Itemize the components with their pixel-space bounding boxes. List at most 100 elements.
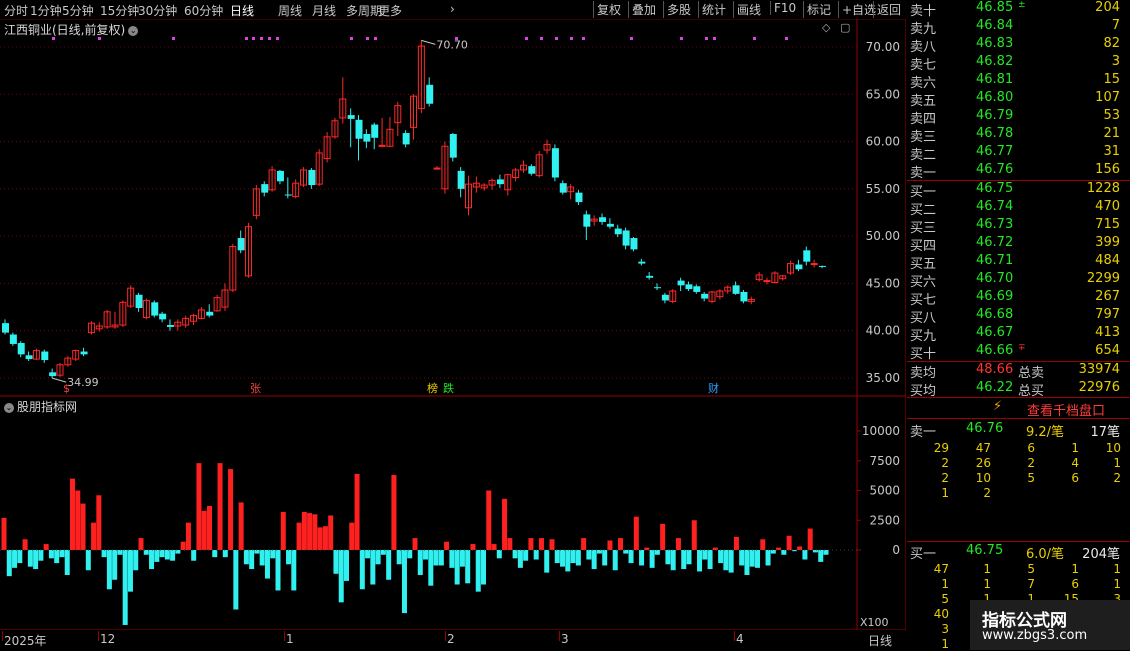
bid-level-2[interactable]: 买二 46.74 470 [908, 199, 1122, 218]
bid-level-1[interactable]: 买一 46.75 1228 [908, 181, 1122, 200]
bid-level-9[interactable]: 买九 46.67 413 [908, 325, 1122, 344]
more-arrow-icon[interactable]: › [450, 2, 455, 16]
toolbar-action-1[interactable]: 叠加 [628, 1, 659, 18]
sell1-queue-cell: 47 [975, 441, 991, 455]
indicator-bar [138, 538, 144, 550]
indicator-bar [723, 550, 729, 571]
ob-level-label: 买五 [910, 257, 937, 272]
event-badge[interactable]: $ [61, 382, 72, 395]
bid-level-10[interactable]: 买十 46.66 654 ∓ [908, 343, 1122, 362]
toolbar-action-2[interactable]: 多股 [663, 1, 694, 18]
date-label: 2025年 [4, 634, 47, 648]
ask-level-7[interactable]: 卖七 46.82 3 [908, 54, 1122, 73]
period-tab-6[interactable]: 日线 [230, 2, 254, 19]
indicator-bar [697, 550, 703, 572]
ob-price: 46.80 [976, 90, 1014, 105]
bid-level-7[interactable]: 买七 46.69 267 [908, 289, 1122, 308]
bid-level-8[interactable]: 买八 46.68 797 [908, 307, 1122, 326]
sell1-queue-cell: 10 [975, 471, 991, 485]
indicator-bar [164, 550, 170, 560]
candle-body [308, 169, 316, 186]
period-tab-5[interactable]: 60分钟 [184, 2, 223, 19]
summary-label: 总卖 [1018, 366, 1045, 381]
ask-level-9[interactable]: 卖九 46.84 7 [908, 18, 1122, 37]
toolbar-action-0[interactable]: 复权 [593, 1, 624, 18]
chevron-down-icon[interactable]: ⌄ [4, 402, 14, 413]
indicator-bar [712, 547, 718, 550]
bid-level-4[interactable]: 买四 46.72 399 [908, 235, 1122, 254]
indicator-bar [196, 463, 202, 550]
ob-level-label: 买六 [910, 275, 937, 290]
signal-marker [570, 37, 573, 40]
signal-marker [785, 37, 788, 40]
indicator-axis-label: 2500 [869, 513, 900, 527]
indicator-bar [649, 550, 655, 568]
ask-level-8[interactable]: 卖八 46.83 82 [908, 36, 1122, 55]
ob-volume: 715 [1095, 217, 1120, 232]
indicator-bar [423, 550, 429, 560]
ask-level-2[interactable]: 卖二 46.77 31 [908, 144, 1122, 163]
sell1-queue-cell: 1 [1071, 441, 1079, 455]
toolbar-action-6[interactable]: 标记 [803, 1, 834, 18]
kline-chart[interactable]: 70.00 65.00 60.00 55.00 50.00 45.00 40.00 35.00… [0, 19, 906, 630]
bid-level-3[interactable]: 买三 46.73 715 [908, 217, 1122, 236]
indicator-bar [707, 550, 713, 570]
ask-level-10[interactable]: 卖十 46.85 204 ± [908, 0, 1122, 19]
period-tag[interactable]: 日线 [868, 632, 892, 649]
period-tab-2[interactable]: 5分钟 [62, 2, 94, 19]
period-tab-0[interactable]: 分时 [4, 2, 28, 19]
bid-level-5[interactable]: 买五 46.71 484 [908, 253, 1122, 272]
indicator-bar [359, 550, 365, 590]
indicator-bar [6, 550, 12, 577]
signal-marker [350, 37, 353, 40]
period-tab-1[interactable]: 1分钟 [30, 2, 62, 19]
period-tab-9[interactable]: 多周期 [346, 2, 382, 19]
indicator-bar [628, 550, 634, 564]
indicator-bar [591, 550, 597, 570]
candle-body [551, 148, 559, 178]
event-badge[interactable]: 财 [706, 382, 721, 395]
toolbar-action-8[interactable]: 返回 [873, 1, 904, 18]
period-tab-4[interactable]: 30分钟 [138, 2, 177, 19]
event-badge[interactable]: 榜 [425, 382, 440, 395]
site-logo: 指标公式网 www.zbgs3.com [970, 600, 1130, 650]
period-tab-3[interactable]: 15分钟 [100, 2, 139, 19]
toolbar-action-5[interactable]: F10 [770, 1, 799, 15]
indicator-bar [607, 540, 613, 550]
indicator-bar [222, 550, 228, 558]
period-tab-8[interactable]: 月线 [312, 2, 336, 19]
indicator-bar [570, 550, 576, 564]
indicator-bar [718, 550, 724, 564]
period-tab-7[interactable]: 周线 [278, 2, 302, 19]
indicator-bar [755, 550, 760, 568]
ob-level-label: 卖五 [910, 94, 937, 109]
ask-level-4[interactable]: 卖四 46.79 53 [908, 108, 1122, 127]
ask-level-1[interactable]: 卖一 46.76 156 [908, 162, 1122, 181]
indicator-bar [154, 550, 160, 562]
sell1-queue-cell: 1 [941, 486, 949, 500]
bid-level-6[interactable]: 买六 46.70 2299 [908, 271, 1122, 290]
sell1-queue-header[interactable]: 卖一 46.76 9.2/笔 17笔 [908, 421, 1122, 440]
candle-body [732, 285, 740, 294]
indicator-bar [781, 550, 787, 555]
ask-level-3[interactable]: 卖三 46.78 21 [908, 126, 1122, 145]
ob-price: 46.83 [976, 36, 1014, 51]
indicator-bar [686, 550, 692, 565]
indicator-bar [365, 550, 371, 559]
indicator-bar [375, 550, 381, 565]
toolbar-action-3[interactable]: 统计 [698, 1, 729, 18]
event-badge[interactable]: 张 [248, 382, 263, 395]
ob-price: 46.71 [976, 253, 1014, 268]
view-depth-button[interactable]: 查看千档盘口 [1027, 400, 1105, 419]
buy1-queue-header[interactable]: 买一 46.75 6.0/笔 204笔 [908, 543, 1122, 562]
toolbar-action-4[interactable]: 画线 [733, 1, 764, 18]
signal-marker [555, 37, 558, 40]
ob-volume: 3 [1111, 54, 1120, 69]
candle-body [803, 250, 811, 262]
period-tab-10[interactable]: 更多 [378, 2, 402, 19]
ask-level-5[interactable]: 卖五 46.80 107 [908, 90, 1122, 109]
indicator-bar [739, 550, 745, 566]
candle-body [151, 302, 159, 316]
ask-level-6[interactable]: 卖六 46.81 15 [908, 72, 1122, 91]
event-badge[interactable]: 跌 [441, 382, 456, 395]
